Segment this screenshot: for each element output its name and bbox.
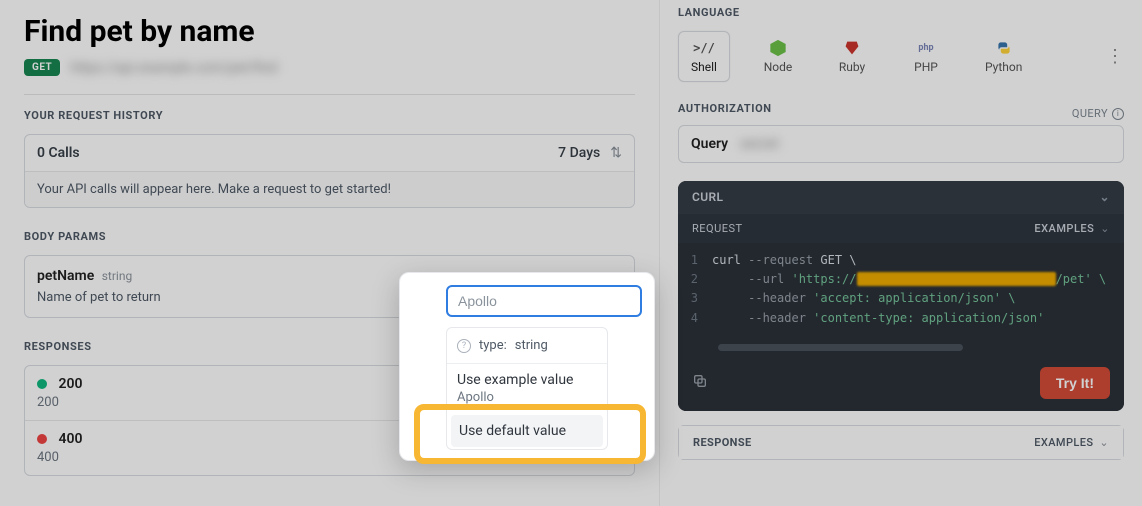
language-tab-node[interactable]: Node xyxy=(752,31,804,82)
language-tab-shell[interactable]: >// Shell xyxy=(678,31,730,82)
auth-label: Query xyxy=(691,136,728,152)
history-empty-text: Your API calls will appear here. Make a … xyxy=(25,172,634,207)
response-examples-button[interactable]: EXAMPLES ⌄ xyxy=(1034,436,1109,449)
response-heading: RESPONSE xyxy=(693,436,752,449)
lang-label: PHP xyxy=(914,60,938,74)
authorization-heading: AUTHORIZATION xyxy=(678,102,772,115)
sort-icon: ⇅ xyxy=(610,146,622,160)
history-range-label: 7 Days xyxy=(558,145,600,161)
language-tab-php[interactable]: php PHP xyxy=(900,31,952,82)
code-block: CURL ⌄ REQUEST EXAMPLES ⌄ 1curl --reques… xyxy=(678,181,1124,411)
language-selector: >// Shell Node Ruby php PHP xyxy=(678,31,1124,82)
lang-label: Ruby xyxy=(839,60,865,74)
type-value: string xyxy=(515,338,548,353)
copy-icon[interactable] xyxy=(692,373,708,393)
try-it-button[interactable]: Try It! xyxy=(1040,367,1110,399)
more-languages-button[interactable]: ⋮ xyxy=(1106,48,1124,66)
python-icon xyxy=(995,39,1013,57)
history-heading: YOUR REQUEST HISTORY xyxy=(24,109,635,122)
example-value: Apollo xyxy=(447,390,607,409)
endpoint-row: GET https://api.example.com/pet/find xyxy=(24,59,635,76)
param-type: string xyxy=(102,269,132,283)
chevron-down-icon: ⌄ xyxy=(1099,436,1109,449)
side-column: LANGUAGE >// Shell Node Ruby php PHP xyxy=(660,0,1142,506)
language-tab-ruby[interactable]: Ruby xyxy=(826,31,878,82)
type-key: type: xyxy=(479,338,507,353)
shell-icon: >// xyxy=(695,39,713,57)
lang-label: Python xyxy=(985,60,1022,74)
param-name: petName xyxy=(37,268,94,284)
language-tab-python[interactable]: Python xyxy=(974,31,1033,82)
history-calls: 0 Calls xyxy=(37,145,80,161)
shell-label: CURL xyxy=(692,190,723,204)
php-icon: php xyxy=(917,39,935,57)
param-type-row: ? type: string xyxy=(447,328,607,364)
request-label: REQUEST xyxy=(692,222,743,235)
code-shell-selector[interactable]: CURL ⌄ xyxy=(678,181,1124,213)
chevron-down-icon: ⌄ xyxy=(1100,190,1110,204)
lang-label: Node xyxy=(764,60,793,74)
auth-input-row[interactable]: Query secret xyxy=(678,125,1124,163)
chevron-down-icon: ⌄ xyxy=(1100,222,1110,235)
response-block: RESPONSE EXAMPLES ⌄ xyxy=(678,425,1124,460)
auth-type-hint: QUERY i xyxy=(1072,107,1124,120)
endpoint-url: https://api.example.com/pet/find xyxy=(70,60,277,76)
use-default-option[interactable]: Use default value xyxy=(451,415,603,447)
info-icon[interactable]: i xyxy=(1112,108,1124,120)
ruby-icon xyxy=(843,39,861,57)
examples-button[interactable]: EXAMPLES ⌄ xyxy=(1034,222,1110,235)
divider xyxy=(24,94,635,95)
status-dot-icon xyxy=(37,379,47,389)
http-method-badge: GET xyxy=(24,59,60,76)
node-icon xyxy=(769,39,787,57)
param-value-input[interactable] xyxy=(446,285,642,317)
param-value-popover: ? type: string Use example value Apollo … xyxy=(399,272,655,461)
horizontal-scrollbar[interactable] xyxy=(718,344,963,351)
code-snippet: 1curl --request GET \2 --url 'https://pe… xyxy=(678,243,1124,340)
auth-value: secret xyxy=(740,136,779,152)
history-range-selector[interactable]: 7 Days ⇅ xyxy=(558,145,622,161)
status-dot-icon xyxy=(37,434,47,444)
use-example-option[interactable]: Use example value xyxy=(447,364,607,390)
body-params-heading: BODY PARAMS xyxy=(24,230,635,243)
help-icon: ? xyxy=(457,339,471,353)
response-code: 200 xyxy=(58,376,82,392)
response-code: 400 xyxy=(58,431,82,447)
history-box: 0 Calls 7 Days ⇅ Your API calls will app… xyxy=(24,134,635,208)
language-heading: LANGUAGE xyxy=(678,6,1124,19)
page-title: Find pet by name xyxy=(24,14,635,49)
lang-label: Shell xyxy=(691,60,717,74)
